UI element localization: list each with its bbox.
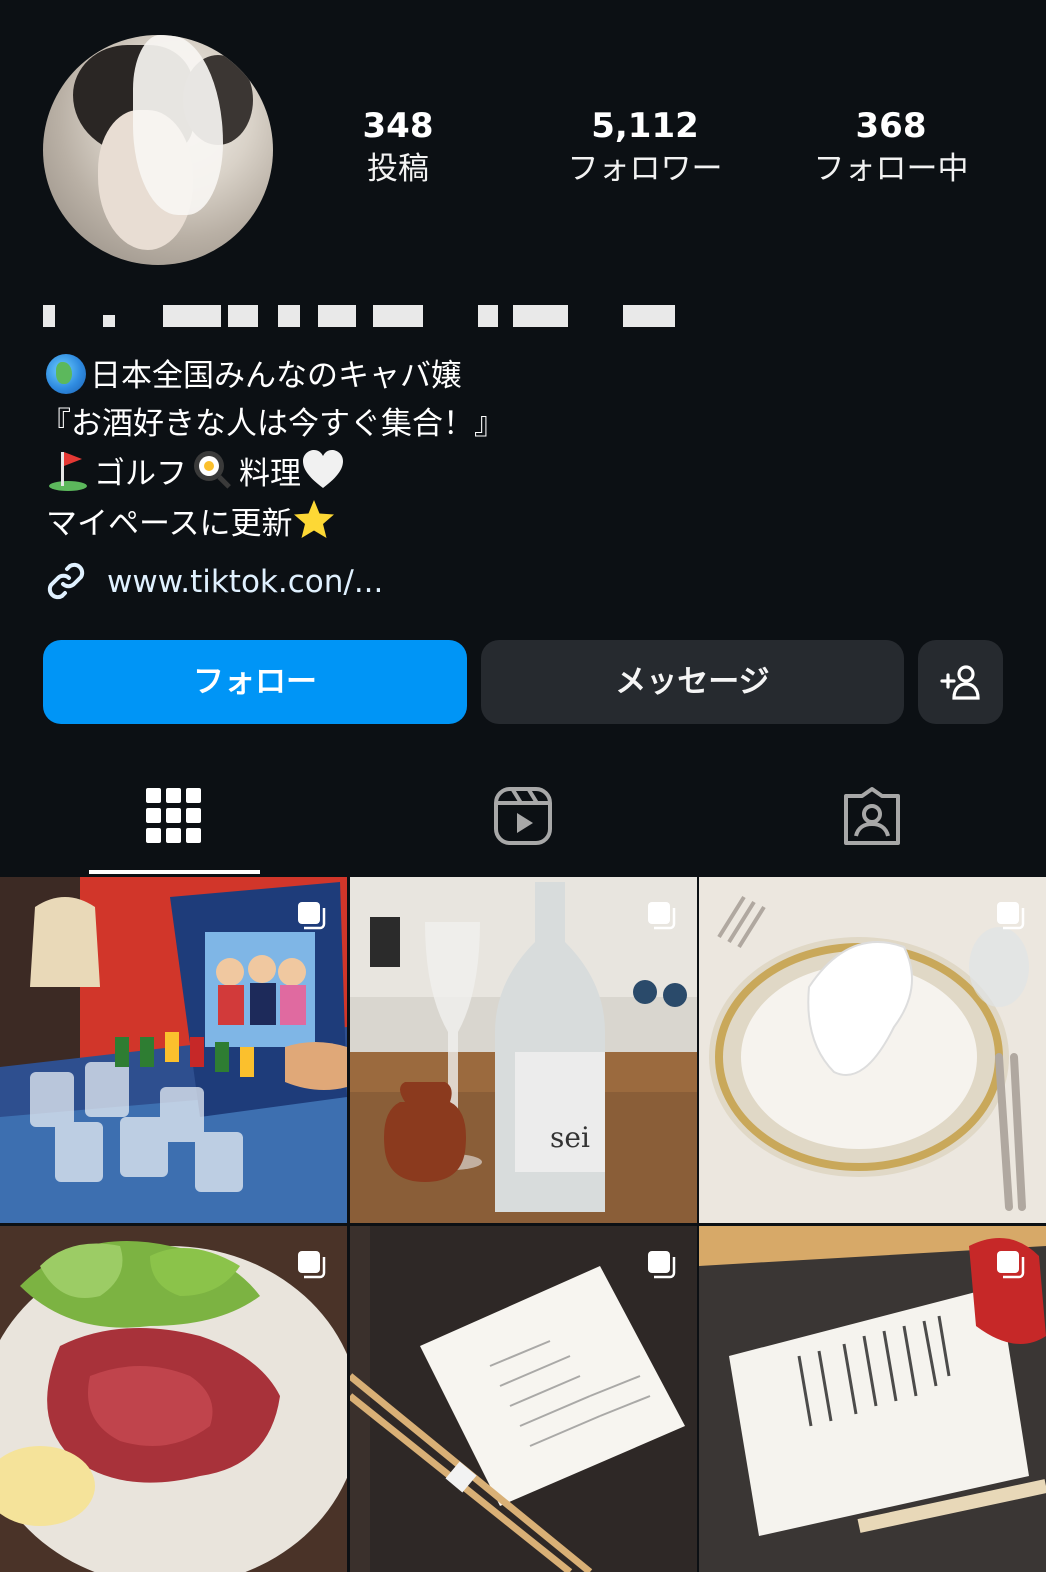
tab-reels[interactable] — [349, 770, 697, 876]
active-tab-indicator — [89, 870, 260, 874]
bio-line-1: 日本全国みんなのキャバ嬢 — [40, 352, 1000, 400]
globe-icon — [46, 354, 86, 394]
posts-label: 投稿 — [367, 151, 429, 187]
tab-tagged[interactable] — [698, 770, 1046, 876]
followers-label[interactable]: フォロワー — [545, 147, 745, 191]
bio-line-2: 『お酒好きな人は今すぐ集合！』 — [40, 400, 1000, 448]
carousel-icon — [648, 902, 676, 930]
white-heart-icon — [303, 450, 343, 488]
golf-flag-icon — [49, 452, 87, 491]
posts-stat: 348 投稿 — [298, 105, 498, 191]
following-label[interactable]: フォロー中 — [791, 147, 991, 191]
followers-stat[interactable]: 5,112 フォロワー — [545, 105, 745, 191]
message-button[interactable]: メッセージ — [481, 640, 904, 724]
profile-link[interactable]: www.tiktok.con/... — [43, 556, 903, 606]
bio-text-1: 日本全国みんなのキャバ嬢 — [90, 358, 462, 394]
bio-golf-text: ゴルフ — [94, 456, 187, 492]
post-thumbnail-6[interactable] — [699, 1226, 1046, 1572]
carousel-icon — [997, 1251, 1025, 1279]
posts-count: 348 — [362, 106, 434, 146]
reels-icon — [494, 787, 552, 845]
tab-grid[interactable] — [0, 770, 348, 876]
post-thumbnail-5[interactable] — [350, 1226, 697, 1572]
frying-pan-icon — [194, 451, 231, 489]
followers-count[interactable]: 5,112 — [545, 105, 745, 147]
redacted-username — [43, 305, 675, 327]
link-text[interactable]: www.tiktok.con/... — [107, 560, 383, 604]
link-icon — [47, 562, 85, 600]
carousel-icon — [298, 1251, 326, 1279]
post-thumbnail-3[interactable] — [699, 877, 1046, 1223]
post-thumbnail-2[interactable]: sei — [350, 877, 697, 1223]
profile-tabs — [0, 770, 1046, 876]
profile-bio: 日本全国みんなのキャバ嬢 『お酒好きな人は今すぐ集合！』 ゴルフ 料理 マイペー… — [40, 352, 1000, 548]
follow-button[interactable]: フォロー — [43, 640, 467, 724]
carousel-icon — [648, 1251, 676, 1279]
tagged-icon — [844, 787, 900, 845]
bio-text-2: 『お酒好きな人は今すぐ集合！』 — [40, 406, 505, 442]
carousel-icon — [298, 902, 326, 930]
bio-line-3: ゴルフ 料理 — [40, 448, 1000, 498]
add-person-icon — [940, 665, 980, 700]
bio-text-4: マイペースに更新 — [46, 506, 293, 542]
bio-cooking-text: 料理 — [239, 456, 301, 492]
following-count[interactable]: 368 — [791, 105, 991, 147]
carousel-icon — [997, 902, 1025, 930]
grid-icon — [146, 788, 201, 843]
post-thumbnail-4[interactable] — [0, 1226, 347, 1572]
following-stat[interactable]: 368 フォロー中 — [791, 105, 991, 191]
bottle-label: sei — [550, 1121, 590, 1154]
star-icon — [294, 500, 335, 538]
post-thumbnail-1[interactable] — [0, 877, 347, 1223]
profile-avatar[interactable] — [43, 35, 273, 265]
suggest-user-button[interactable] — [918, 640, 1003, 724]
bio-line-4: マイペースに更新 — [40, 498, 1000, 548]
posts-grid: sei — [0, 877, 1046, 1572]
